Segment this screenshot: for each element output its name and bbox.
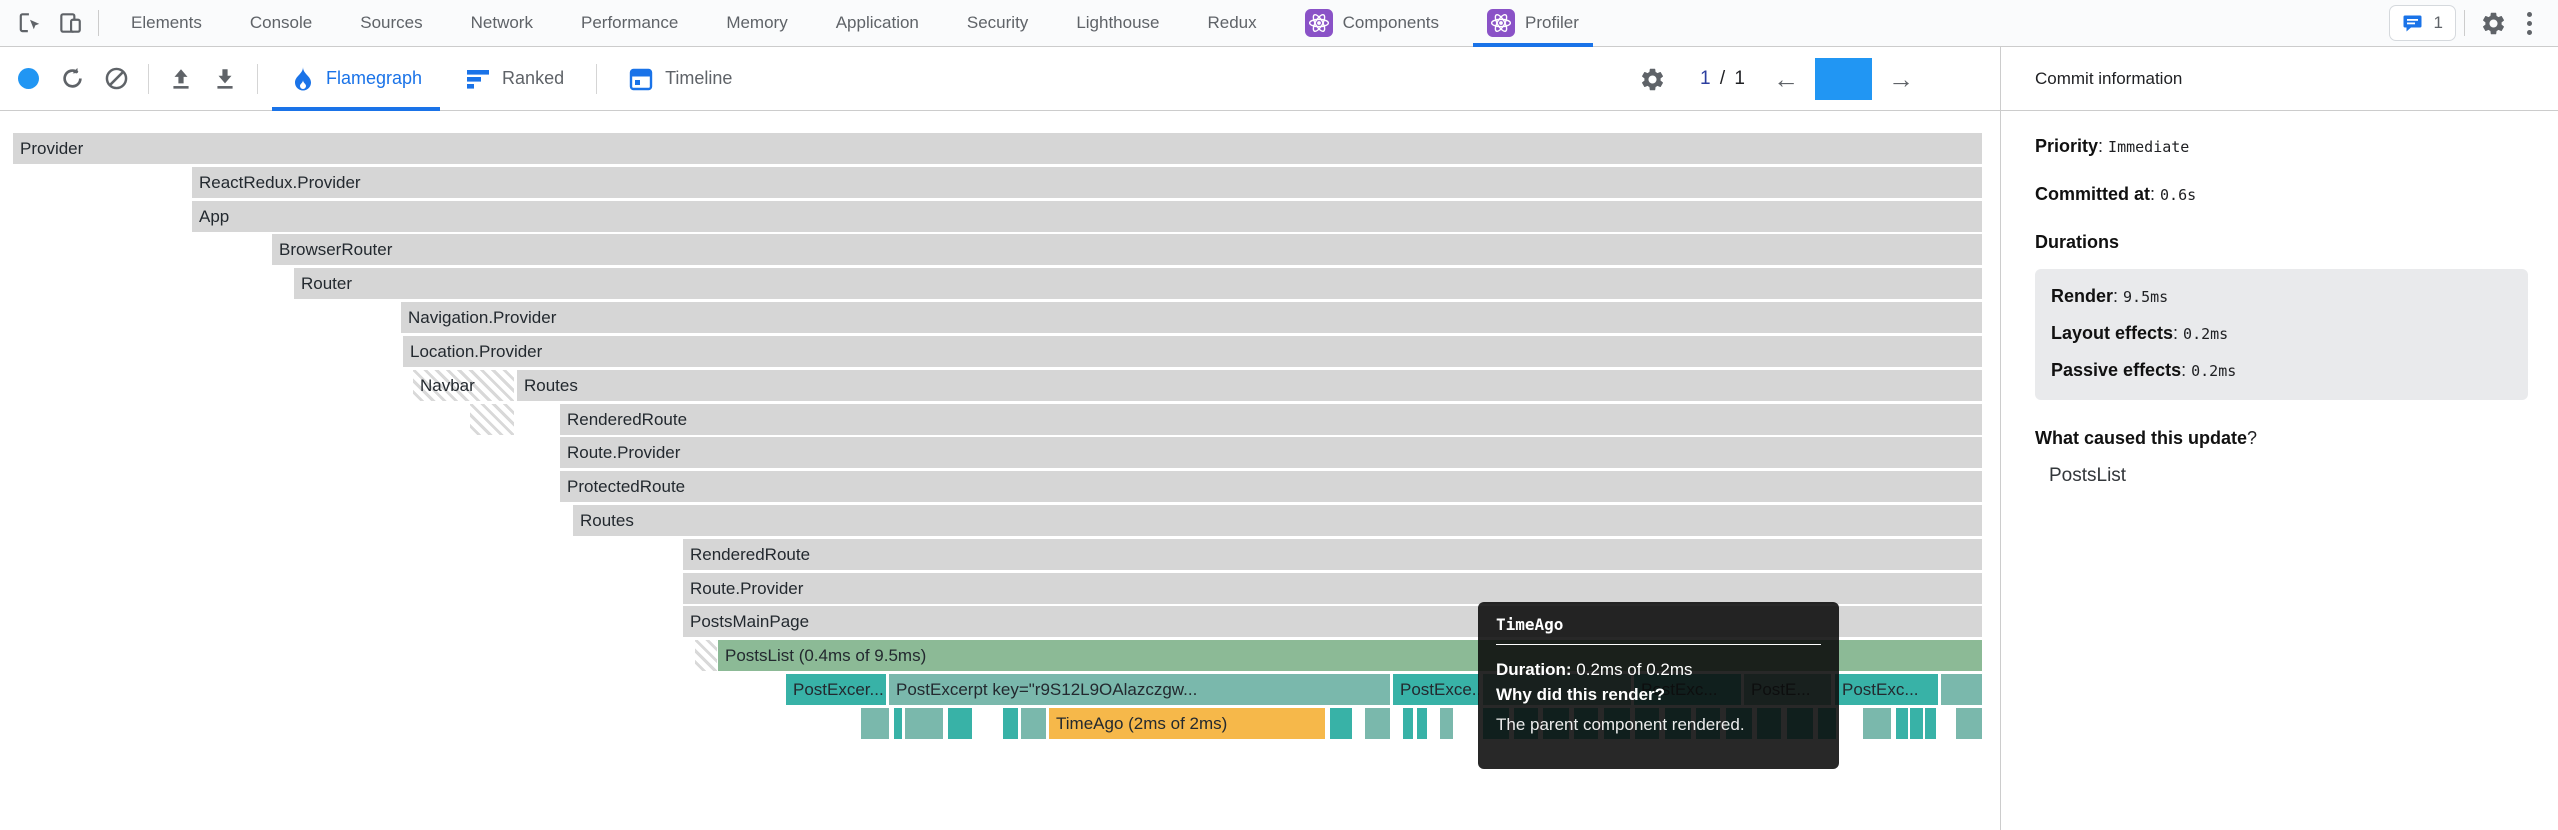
- flame-bar-reactredux-provider[interactable]: ReactRedux.Provider: [192, 167, 1982, 198]
- tabbar-separator-right: [2464, 10, 2465, 36]
- flame-bar[interactable]: [1003, 708, 1018, 739]
- committed-at-value: 0.6s: [2160, 186, 2196, 204]
- tooltip-why-label: Why did this render?: [1496, 685, 1665, 704]
- devtools-right-tools: 1: [2389, 3, 2558, 43]
- tooltip-divider: [1496, 644, 1821, 645]
- flame-bar[interactable]: [1021, 708, 1046, 739]
- flame-bar[interactable]: [470, 404, 514, 435]
- devtools-settings-gear-icon[interactable]: [2473, 3, 2513, 43]
- flame-bar[interactable]: [1365, 708, 1390, 739]
- flame-bar-app[interactable]: App: [192, 201, 1982, 232]
- flame-bar[interactable]: [695, 640, 717, 671]
- tooltip-duration-label: Duration:: [1496, 660, 1572, 679]
- priority-value: Immediate: [2108, 138, 2189, 156]
- flame-bar-renderedroute[interactable]: RenderedRoute: [683, 539, 1982, 570]
- flame-bar[interactable]: [905, 708, 943, 739]
- flame-bar-postexcer[interactable]: PostExcer...: [786, 674, 886, 705]
- flame-bar-location-provider[interactable]: Location.Provider: [403, 336, 1982, 367]
- chat-bubble-icon: [2402, 11, 2426, 35]
- priority-row: Priority: Immediate: [2035, 136, 2528, 157]
- flame-bar[interactable]: [1910, 708, 1923, 739]
- flame-bar[interactable]: [1925, 708, 1936, 739]
- tooltip-duration-value: 0.2ms of 0.2ms: [1572, 660, 1693, 679]
- flame-bar-renderedroute[interactable]: RenderedRoute: [560, 404, 1982, 435]
- committed-at-row: Committed at: 0.6s: [2035, 184, 2528, 205]
- what-caused-heading: What caused this update?: [2035, 428, 2528, 449]
- hover-tooltip: TimeAgo Duration: 0.2ms of 0.2ms Why did…: [1478, 602, 1839, 769]
- passive-effects-row: Passive effects: 0.2ms: [2051, 360, 2528, 381]
- commit-information-content: Priority: Immediate Committed at: 0.6s D…: [2001, 111, 2558, 487]
- commit-information-title: Commit information: [2001, 47, 2558, 111]
- flame-bar[interactable]: [894, 708, 902, 739]
- flame-bar[interactable]: [861, 708, 889, 739]
- flame-bar-timeago-2ms-of-2ms[interactable]: TimeAgo (2ms of 2ms): [1049, 708, 1325, 739]
- flame-bar-postexc[interactable]: PostExc...: [1835, 674, 1938, 705]
- flame-bar-provider[interactable]: Provider: [13, 133, 1982, 164]
- flame-bar[interactable]: [1896, 708, 1908, 739]
- flame-bar[interactable]: [1440, 708, 1453, 739]
- flame-bar-browserrouter[interactable]: BrowserRouter: [272, 234, 1982, 265]
- flame-bar-postexce[interactable]: PostExce...: [1393, 674, 1479, 705]
- tooltip-why-value: The parent component rendered.: [1496, 715, 1821, 735]
- flame-bar-routes[interactable]: Routes: [517, 370, 1982, 401]
- passive-effects-value: 0.2ms: [2191, 362, 2236, 380]
- commit-information-panel: Commit information Priority: Immediate C…: [2000, 47, 2558, 830]
- flame-bar-router[interactable]: Router: [294, 268, 1982, 299]
- tooltip-component-name: TimeAgo: [1496, 615, 1821, 634]
- durations-heading: Durations: [2035, 232, 2528, 253]
- flame-bar-route-provider[interactable]: Route.Provider: [683, 573, 1982, 604]
- issues-count: 1: [2434, 13, 2443, 33]
- flame-bar[interactable]: [948, 708, 972, 739]
- flame-bar[interactable]: [1403, 708, 1413, 739]
- flame-bar-route-provider[interactable]: Route.Provider: [560, 437, 1982, 468]
- layout-effects-value: 0.2ms: [2183, 325, 2228, 343]
- flame-bar-navbar[interactable]: Navbar: [413, 370, 514, 401]
- durations-box: Render: 9.5ms Layout effects: 0.2ms Pass…: [2035, 269, 2528, 400]
- flame-bar[interactable]: [1863, 708, 1891, 739]
- flame-bar-navigation-provider[interactable]: Navigation.Provider: [401, 302, 1982, 333]
- flame-bar[interactable]: [1941, 674, 1982, 705]
- render-duration-row: Render: 9.5ms: [2051, 286, 2528, 307]
- devtools-kebab-menu-icon[interactable]: [2513, 6, 2546, 41]
- cause-list: PostsList: [2035, 465, 2528, 487]
- render-duration-value: 9.5ms: [2123, 288, 2168, 306]
- issues-badge-button[interactable]: 1: [2389, 5, 2456, 41]
- flame-bar[interactable]: [1330, 708, 1352, 739]
- cause-item-postslist[interactable]: PostsList: [2049, 465, 2528, 487]
- layout-effects-row: Layout effects: 0.2ms: [2051, 323, 2528, 344]
- flame-bar[interactable]: [1956, 708, 1982, 739]
- flame-bar[interactable]: [1417, 708, 1427, 739]
- flame-bar-routes[interactable]: Routes: [573, 505, 1982, 536]
- flame-bar-postexcerpt-key-r9s12l9oalazczgw[interactable]: PostExcerpt key="r9S12L9OAlazczgw...: [889, 674, 1390, 705]
- flame-bar-protectedroute[interactable]: ProtectedRoute: [560, 471, 1982, 502]
